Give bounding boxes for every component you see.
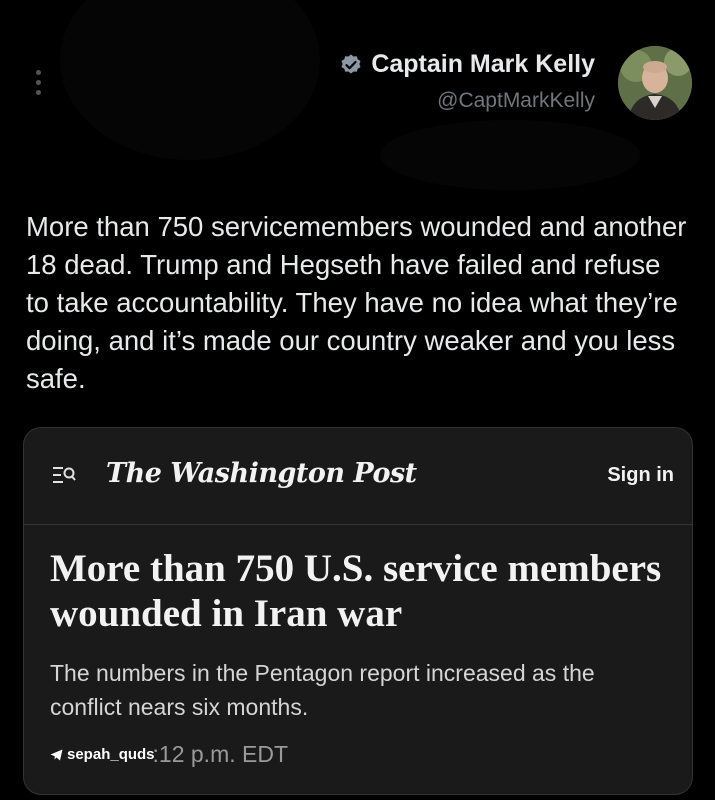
redaction-blob <box>60 0 320 160</box>
watermark: sepah_quds <box>50 746 155 763</box>
article-headline[interactable]: More than 750 U.S. service members wound… <box>50 546 670 636</box>
redaction-blob <box>380 120 640 190</box>
avatar[interactable] <box>618 46 692 120</box>
telegram-icon <box>50 749 63 760</box>
timestamp-text: :12 p.m. EDT <box>152 741 289 767</box>
more-options-button[interactable] <box>28 64 48 100</box>
tweet-author[interactable]: Captain Mark Kelly @CaptMarkKelly <box>339 50 595 113</box>
watermark-text: sepah_quds <box>67 746 155 763</box>
signin-button[interactable]: Sign in <box>607 464 674 487</box>
link-preview-card[interactable]: The Washington Post Sign in More than 75… <box>23 427 693 795</box>
more-vertical-icon <box>35 69 41 75</box>
article-timestamp: sepah_quds :12 p.m. EDT <box>50 741 288 768</box>
author-handle[interactable]: @CaptMarkKelly <box>339 89 595 113</box>
verified-badge-icon <box>341 54 361 73</box>
publication-logo: The Washington Post <box>106 458 417 489</box>
avatar-image <box>618 46 692 120</box>
tweet-text: More than 750 servicemembers wounded and… <box>26 211 687 394</box>
menu-search-icon[interactable] <box>52 465 76 485</box>
article-dek: The numbers in the Pentagon report incre… <box>50 660 595 720</box>
author-name[interactable]: Captain Mark Kelly <box>371 50 595 79</box>
card-header: The Washington Post Sign in <box>24 428 692 525</box>
